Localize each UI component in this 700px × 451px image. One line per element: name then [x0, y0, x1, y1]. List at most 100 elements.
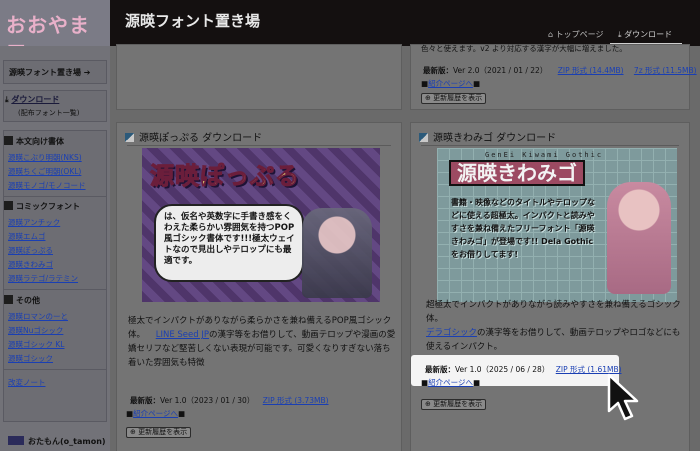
card-title-text: 源暎きわみゴ ダウンロード — [433, 133, 557, 144]
intro-page-link[interactable]: 紹介ページへ — [133, 409, 178, 418]
sidebar-item-emugo[interactable]: 源暎エムゴ — [8, 231, 46, 242]
popple-intro-row: ■紹介ページへ■ — [126, 408, 185, 419]
download-icon: ⤓ — [618, 30, 622, 39]
site-logo[interactable]: おおやま屋 — [0, 0, 110, 66]
nav-top-page-label: トップページ — [555, 30, 604, 39]
square-icon: ■ — [177, 409, 186, 418]
version-label: 最新版： — [423, 66, 453, 75]
banner-title: 源暎ぽっぷる — [150, 162, 300, 191]
version-value: Ver 2.0（2021 / 01 / 22） — [453, 66, 548, 75]
history-button[interactable]: ⊕ 更新履歴を表示 — [421, 399, 487, 410]
author-name: おたもん(o_tamon) — [28, 437, 106, 446]
mouse-cursor-icon — [607, 373, 639, 421]
sidebar-section-label: その他 — [16, 296, 40, 305]
plus-icon: ⊕ — [425, 94, 431, 102]
card-left-fragment — [116, 44, 402, 110]
zip-download-link[interactable]: ZIP 形式 (14.4MB) — [558, 66, 624, 75]
sidebar-home-link[interactable]: 源暎フォント置き場 ➔ — [9, 67, 91, 78]
sidebar-section-other: その他 — [4, 295, 40, 306]
banner-subtitle: GenEi Kiwami Gothic — [485, 151, 604, 159]
history-button-label: 更新履歴を表示 — [433, 400, 483, 408]
banner-kiwamigo[interactable]: GenEi Kiwami Gothic 源暎きわみゴ 書籍・映像などのタイトルや… — [437, 148, 677, 302]
sidebar-item-kobu[interactable]: 源暎こぶり明朝(NKS) — [8, 152, 82, 163]
sidebar-item-roman[interactable]: 源暎ロマンのーと — [8, 311, 68, 322]
intro-page-link[interactable]: 紹介ページへ — [428, 378, 473, 387]
highlight-version-box: 最新版：Ver 1.0（2025 / 06 / 28） ZIP 形式 (1.61… — [411, 355, 622, 388]
sidebar-item-gothic[interactable]: 源暎ゴシック — [8, 353, 53, 364]
font-icon — [419, 133, 428, 142]
plus-icon: ⊕ — [130, 428, 136, 436]
square-icon: ■ — [472, 79, 481, 88]
character-illustration — [302, 208, 372, 298]
sidebar-download-label: ダウンロード — [11, 95, 60, 104]
card-title-popple: 源暎ぽっぷる ダウンロード — [125, 129, 262, 144]
character-illustration — [607, 182, 671, 294]
line-seed-link[interactable]: LINE Seed JP — [156, 330, 209, 340]
history-button[interactable]: ⊕ 更新履歴を表示 — [126, 427, 192, 438]
sidebar-item-latego[interactable]: 源暎ラテゴ/ラテミン — [8, 273, 78, 284]
kiwamigo-version-row: 最新版：Ver 1.0（2025 / 06 / 28） ZIP 形式 (1.61… — [425, 364, 622, 375]
card-previous-fragment: 色々と使えます。v2 より対応する漢字が大幅に増えました。 最新版：Ver 2.… — [410, 44, 697, 110]
download-icon: ⤓ — [5, 95, 9, 104]
version-value: Ver 1.0（2025 / 06 / 28） — [455, 365, 550, 374]
arrow-right-circle-icon: ➔ — [83, 68, 91, 77]
history-button-label: 更新履歴を表示 — [433, 94, 483, 102]
sidebar-item-kiwamigo[interactable]: 源暎きわみゴ — [8, 259, 53, 270]
history-button[interactable]: ⊕ 更新履歴を表示 — [421, 93, 487, 104]
card-title-kiwamigo: 源暎きわみゴ ダウンロード — [419, 129, 556, 144]
sidebar-item-popple[interactable]: 源暎ぽっぷる — [8, 245, 53, 256]
version-label: 最新版： — [425, 365, 455, 374]
sidebar-section-body: 本文向け書体 — [4, 136, 64, 147]
sidebar-item-antique[interactable]: 源暎アンチック — [8, 217, 60, 228]
popple-version-row: 最新版：Ver 1.0（2023 / 01 / 30） ZIP 形式 (3.73… — [130, 395, 329, 406]
sidebar-download-sub[interactable]: (配布フォント一覧) — [18, 108, 79, 118]
banner-popple[interactable]: 源暎ぽっぷる は、仮名や英数字に手書き感をくわえた柔らかい雰囲気を持つPOP風ゴ… — [142, 148, 380, 302]
section-marker-icon — [4, 201, 13, 210]
sidebar-download-link[interactable]: ⤓ ダウンロード — [5, 94, 59, 105]
card-divider — [127, 145, 391, 146]
sidebar-divider — [3, 289, 107, 290]
sidebar-item-nugothic[interactable]: 源暎Nuゴシック — [8, 325, 63, 336]
site-title[interactable]: 源暎フォント置き場 — [125, 10, 260, 31]
sidebar: 源暎フォント置き場 ➔ ⤓ ダウンロード (配布フォント一覧) 本文向け書体 源… — [0, 46, 110, 451]
fragment-version-row: 最新版：Ver 2.0（2021 / 01 / 22） ZIP 形式 (14.4… — [423, 65, 697, 76]
card-title-text: 源暎ぽっぷる ダウンロード — [139, 133, 263, 144]
nav-top-page[interactable]: ⌂ トップページ — [548, 29, 603, 40]
popple-description: 極太でインパクトがありながら柔らかさを兼ね備えるPOP風ゴシック体。 LINE … — [128, 314, 396, 370]
sidebar-item-chikugo[interactable]: 源暎ちくご明朝(OKL) — [8, 166, 81, 177]
kiwamigo-intro-row: ■紹介ページへ■ — [421, 377, 480, 388]
kiwamigo-description: 超極太でインパクトがありながら読みやすさを兼ね備えるゴシック体。 デラゴシックの… — [426, 298, 688, 354]
zip-download-link[interactable]: ZIP 形式 (3.73MB) — [263, 396, 329, 405]
section-marker-icon — [4, 136, 13, 145]
home-icon: ⌂ — [548, 30, 554, 39]
sidebar-divider — [3, 196, 107, 197]
dela-gothic-link[interactable]: デラゴシック — [426, 328, 477, 338]
plus-icon: ⊕ — [425, 400, 431, 408]
font-icon — [125, 133, 134, 142]
author-row[interactable]: おたもん(o_tamon) — [8, 436, 106, 447]
sidebar-item-changelog[interactable]: 改変ノート — [8, 377, 46, 388]
sidebar-section-label: 本文向け書体 — [16, 137, 64, 146]
version-value: Ver 1.0（2023 / 01 / 30） — [160, 396, 255, 405]
sidebar-section-comic: コミックフォント — [4, 201, 80, 212]
banner-title: 源暎きわみゴ — [449, 160, 585, 186]
7z-download-link[interactable]: 7z 形式 (11.5MB) — [634, 66, 697, 75]
sidebar-item-gothic-kl[interactable]: 源暎ゴシック KL — [8, 339, 64, 350]
nav-download-label: ダウンロード — [624, 30, 673, 39]
header-bar: おおやま屋 源暎フォント置き場 ⌂ トップページ ⤓ ダウンロード — [0, 0, 700, 66]
section-marker-icon — [4, 295, 13, 304]
sidebar-home-label: 源暎フォント置き場 — [9, 68, 81, 77]
banner-text: 書籍・映像などのタイトルやテロップなどに使える超極太。インパクトと読みやすさを兼… — [451, 198, 595, 259]
card-divider — [421, 145, 679, 146]
square-icon: ■ — [472, 378, 481, 387]
history-button-label: 更新履歴を表示 — [138, 428, 188, 436]
sidebar-divider — [3, 369, 107, 370]
nav-download[interactable]: ⤓ ダウンロード — [618, 29, 672, 40]
sidebar-section-label: コミックフォント — [16, 202, 80, 211]
intro-page-link[interactable]: 紹介ページへ — [428, 79, 473, 88]
fragment-intro-row: ■紹介ページへ■ — [421, 78, 480, 89]
fragment-text: 色々と使えます。v2 より対応する漢字が大幅に増えました。 — [421, 44, 627, 53]
sidebar-item-monogo[interactable]: 源暎モノゴ/モノコード — [8, 180, 86, 191]
avatar — [8, 436, 24, 445]
description-text: 超極太でインパクトがありながら読みやすさを兼ね備えるゴシック体。 — [426, 300, 681, 324]
